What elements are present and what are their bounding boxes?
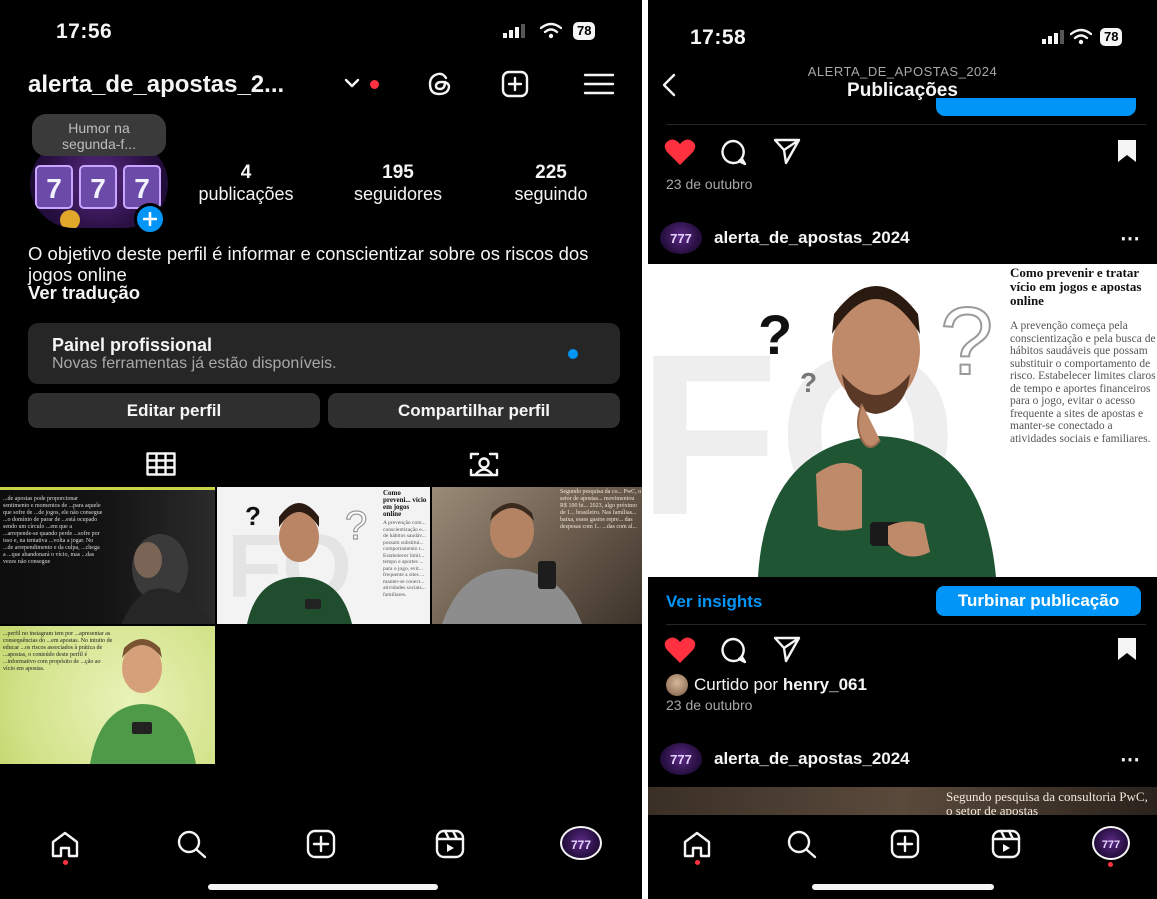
share-profile-button[interactable]: Compartilhar perfil [328, 393, 620, 428]
post-image[interactable]: FO ? ? ? Como prevenir e tratar vício em… [648, 264, 1157, 577]
create-post-icon[interactable] [306, 829, 336, 864]
more-options-icon[interactable]: ⋯ [1120, 226, 1141, 251]
status-time: 17:56 [56, 20, 113, 43]
divider [666, 624, 1146, 625]
tagged-tab-icon[interactable] [467, 450, 501, 483]
svg-text:7: 7 [46, 173, 62, 204]
menu-icon[interactable] [583, 72, 615, 101]
more-options-icon[interactable]: ⋯ [1120, 747, 1141, 772]
reels-icon[interactable] [991, 829, 1021, 864]
stat-posts[interactable]: 4 publicações [182, 162, 310, 205]
svg-text:777: 777 [571, 838, 591, 852]
home-indicator [812, 884, 994, 890]
posts-screen: 17:58 78 ALERTA_DE_APOSTAS_2024 Publicaç… [648, 0, 1157, 899]
wifi-icon [1069, 28, 1093, 50]
header-account: ALERTA_DE_APOSTAS_2024 [807, 64, 998, 79]
svg-text:?: ? [940, 288, 993, 395]
dashboard-title: Painel profissional [52, 335, 213, 355]
grid-post-3[interactable]: Segundo pesquisa da co... PwC, o setor d… [432, 487, 642, 624]
profile-tab-avatar[interactable]: 777 [1092, 826, 1130, 860]
dashboard-subtitle: Novas ferramentas já estão disponíveis. [52, 355, 337, 372]
grid-post-4[interactable]: ...perfil no instagram tem por ...aprese… [0, 626, 215, 764]
svg-text:?: ? [800, 367, 817, 398]
status-time: 17:58 [690, 26, 747, 49]
grid-post-1[interactable]: ...de apostas pode proporcionar sentimen… [0, 487, 215, 624]
boost-button-partial[interactable] [936, 98, 1136, 116]
comment-icon[interactable] [718, 636, 748, 669]
like-icon[interactable] [664, 138, 696, 171]
search-icon[interactable] [176, 829, 208, 864]
svg-text:777: 777 [670, 752, 692, 767]
home-icon[interactable] [682, 830, 712, 863]
liker-avatar[interactable] [666, 674, 688, 696]
boost-post-button[interactable]: Turbinar publicação [936, 586, 1141, 616]
image-title: Como prevenir e tratar vício em jogos e … [1010, 265, 1142, 308]
dashboard-new-dot [568, 349, 578, 359]
search-icon[interactable] [786, 829, 818, 864]
edit-profile-button[interactable]: Editar perfil [28, 393, 320, 428]
home-notification-dot [63, 860, 68, 865]
signal-icon [1042, 30, 1064, 49]
grid-post-2[interactable]: FO ? ? Como preveni... vício em jogos on… [217, 487, 430, 624]
view-insights-link[interactable]: Ver insights [666, 592, 762, 612]
threads-icon[interactable] [426, 70, 454, 103]
create-post-icon[interactable] [890, 829, 920, 864]
comment-icon[interactable] [718, 138, 748, 171]
post-date: 23 de outubro [666, 176, 753, 192]
liked-by-prefix: Curtido por [694, 675, 779, 694]
liked-by[interactable]: Curtido por henry_061 [694, 675, 867, 695]
svg-text:?: ? [345, 504, 367, 548]
share-icon[interactable] [772, 634, 802, 669]
home-icon[interactable] [50, 830, 80, 863]
post-date: 23 de outubro [666, 697, 753, 713]
professional-dashboard[interactable]: Painel profissional Novas ferramentas já… [28, 323, 620, 384]
see-translation-link[interactable]: Ver tradução [28, 282, 140, 304]
reels-icon[interactable] [435, 829, 465, 864]
grid-tab-icon[interactable] [146, 452, 176, 481]
profile-bio: O objetivo deste perfil é informar e con… [28, 243, 589, 285]
post-username[interactable]: alerta_de_apostas_2024 [714, 749, 910, 769]
profile-note[interactable]: Humor na segunda-f... [32, 114, 166, 156]
share-icon[interactable] [772, 136, 802, 171]
profile-notification-dot [1108, 862, 1113, 867]
battery-icon: 78 [1100, 28, 1123, 46]
post-avatar[interactable]: 777 [660, 743, 702, 775]
svg-text:777: 777 [1102, 839, 1120, 851]
chevron-down-icon[interactable] [344, 72, 360, 97]
post-image[interactable]: Segundo pesquisa da consultoria PwC, o s… [648, 787, 1157, 815]
signal-icon [503, 24, 525, 43]
image-body: A prevenção começa pela conscientização … [1010, 320, 1156, 445]
divider [666, 124, 1146, 125]
svg-text:7: 7 [134, 173, 150, 204]
liked-by-user[interactable]: henry_061 [783, 675, 867, 694]
like-icon[interactable] [664, 636, 696, 669]
save-icon[interactable] [1116, 138, 1138, 169]
home-indicator [208, 884, 438, 890]
svg-text:777: 777 [670, 231, 692, 246]
svg-text:7: 7 [90, 173, 106, 204]
profile-tab-avatar[interactable]: 777 [560, 826, 602, 860]
post-username[interactable]: alerta_de_apostas_2024 [714, 228, 910, 248]
post-avatar[interactable]: 777 [660, 222, 702, 254]
notification-dot [370, 80, 379, 89]
add-story-icon[interactable] [134, 203, 166, 235]
battery-icon: 78 [573, 22, 596, 40]
home-notification-dot [695, 860, 700, 865]
stat-followers[interactable]: 195 seguidores [338, 162, 458, 205]
stat-following[interactable]: 225 seguindo [496, 162, 606, 205]
profile-screen: 17:56 78 alerta_de_apostas_2... 7 7 7 Hu… [0, 0, 642, 899]
svg-text:?: ? [245, 501, 261, 531]
create-icon[interactable] [501, 70, 529, 103]
svg-text:?: ? [758, 303, 792, 366]
profile-username[interactable]: alerta_de_apostas_2... [28, 71, 284, 99]
wifi-icon [539, 22, 563, 44]
save-icon[interactable] [1116, 636, 1138, 667]
